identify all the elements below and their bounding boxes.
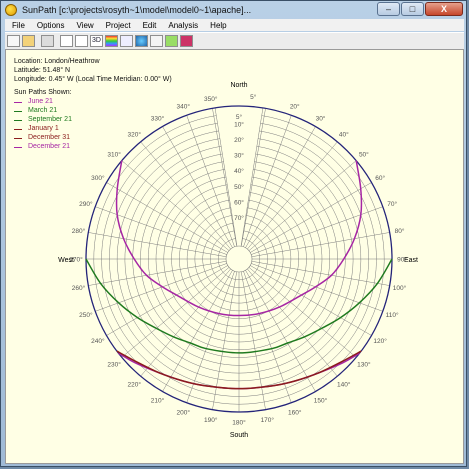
menu-view[interactable]: View bbox=[69, 21, 98, 30]
3d-icon[interactable]: 3D bbox=[90, 35, 103, 47]
menu-project[interactable]: Project bbox=[99, 21, 136, 30]
altitude-tick-label: 10° bbox=[234, 121, 244, 129]
copy-icon[interactable] bbox=[150, 35, 163, 47]
new-icon[interactable] bbox=[7, 35, 20, 47]
open-icon[interactable] bbox=[22, 35, 35, 47]
azimuth-tick-label: 150° bbox=[314, 397, 328, 405]
chart-area: Location: London/Heathrow Latitude: 51.4… bbox=[5, 49, 464, 464]
south-label: South bbox=[230, 432, 248, 439]
azimuth-tick-label: 40° bbox=[339, 131, 349, 139]
app-window: SunPath [c:\projects\rosyth~1\model\mode… bbox=[0, 0, 467, 467]
azimuth-tick-label: 60° bbox=[375, 174, 385, 182]
toolbar: 3D bbox=[5, 32, 464, 50]
azimuth-tick-label: 100° bbox=[393, 284, 407, 292]
azimuth-tick-label: 200° bbox=[177, 409, 191, 417]
menu-bar: File Options View Project Edit Analysis … bbox=[5, 19, 464, 31]
azimuth-tick-label: 290° bbox=[79, 200, 93, 208]
altitude-tick-label: 70° bbox=[234, 214, 244, 222]
report-icon[interactable] bbox=[120, 35, 133, 47]
azimuth-tick-label: 250° bbox=[79, 311, 93, 319]
azimuth-tick-label: 5° bbox=[250, 93, 257, 101]
azimuth-tick-label: 140° bbox=[337, 380, 351, 388]
azimuth-tick-label: 180° bbox=[232, 419, 246, 427]
azimuth-tick-label: 160° bbox=[288, 409, 302, 417]
zenith-circle bbox=[225, 245, 253, 273]
altitude-tick-label: 5° bbox=[236, 113, 243, 121]
north-gap-edge bbox=[240, 107, 264, 247]
altitude-tick-label: 30° bbox=[234, 152, 244, 160]
maximize-button[interactable]: □ bbox=[401, 2, 424, 16]
globe-icon[interactable] bbox=[135, 35, 148, 47]
altitude-tick-label: 50° bbox=[234, 183, 244, 191]
azimuth-tick-label: 50° bbox=[359, 151, 369, 159]
export-icon[interactable] bbox=[165, 35, 178, 47]
azimuth-tick-label: 320° bbox=[127, 131, 141, 139]
azimuth-tick-label: 170° bbox=[261, 416, 275, 424]
azimuth-tick-label: 230° bbox=[107, 360, 121, 368]
altitude-labels: 5°10° 20° 30° 40° 50° 60° 70° bbox=[234, 113, 244, 222]
window-title: SunPath [c:\projects\rosyth~1\model\mode… bbox=[22, 4, 252, 15]
azimuth-tick-label: 240° bbox=[91, 337, 105, 345]
azimuth-tick-label: 330° bbox=[151, 114, 165, 122]
menu-analysis[interactable]: Analysis bbox=[161, 21, 203, 30]
azimuth-tick-label: 20° bbox=[290, 102, 300, 110]
menu-options[interactable]: Options bbox=[30, 21, 70, 30]
altitude-tick-label: 20° bbox=[234, 136, 244, 144]
menu-edit[interactable]: Edit bbox=[136, 21, 162, 30]
altitude-tick-label: 40° bbox=[234, 167, 244, 175]
east-label: East bbox=[404, 257, 418, 264]
menu-file[interactable]: File bbox=[5, 21, 30, 30]
west-label: West bbox=[58, 257, 74, 264]
azimuth-tick-label: 310° bbox=[107, 151, 121, 159]
azimuth-tick-label: 220° bbox=[127, 380, 141, 388]
print-icon[interactable] bbox=[41, 35, 54, 47]
azimuth-tick-label: 30° bbox=[316, 114, 326, 122]
menu-help[interactable]: Help bbox=[203, 21, 231, 30]
minimize-button[interactable]: – bbox=[377, 2, 400, 16]
azimuth-tick-label: 260° bbox=[72, 284, 86, 292]
azimuth-tick-label: 190° bbox=[204, 416, 218, 424]
azimuth-tick-label: 280° bbox=[72, 227, 86, 235]
close-button[interactable]: X bbox=[425, 2, 463, 16]
print-preview-icon[interactable] bbox=[60, 35, 73, 47]
altitude-tick-label: 60° bbox=[234, 198, 244, 206]
title-bar[interactable]: SunPath [c:\projects\rosyth~1\model\mode… bbox=[1, 1, 466, 18]
azimuth-tick-label: 300° bbox=[91, 174, 105, 182]
azimuth-tick-label: 120° bbox=[373, 337, 387, 345]
north-label: North bbox=[230, 82, 247, 89]
book-icon[interactable] bbox=[180, 35, 193, 47]
azimuth-tick-label: 340° bbox=[177, 102, 191, 110]
azimuth-tick-label: 350° bbox=[204, 95, 218, 103]
sun-path-diagram: 5°20°30°40°50°60°70°80°90°100°110°120°13… bbox=[58, 82, 418, 439]
color-bars-icon[interactable] bbox=[105, 35, 118, 47]
azimuth-tick-label: 80° bbox=[395, 227, 405, 235]
north-gap-edge bbox=[214, 107, 238, 247]
caption-buttons: – □ X bbox=[377, 2, 463, 16]
azimuth-tick-label: 130° bbox=[357, 360, 371, 368]
azimuth-tick-label: 210° bbox=[151, 397, 165, 405]
sun-app-icon bbox=[5, 3, 17, 16]
azimuth-tick-label: 110° bbox=[386, 311, 399, 319]
frame-icon[interactable] bbox=[75, 35, 88, 47]
azimuth-tick-label: 70° bbox=[387, 200, 397, 208]
